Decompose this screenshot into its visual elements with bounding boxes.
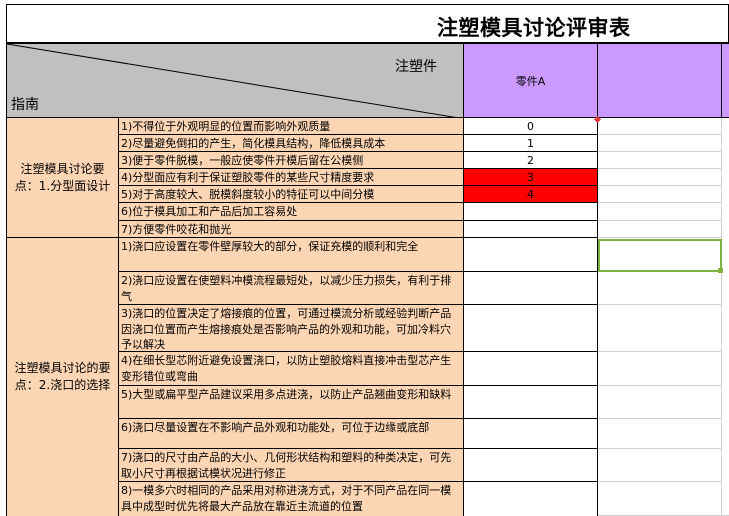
value-cell[interactable]	[464, 482, 598, 516]
grid-cell[interactable]	[598, 305, 722, 352]
item-text: 2)浇口应设置在使塑料冲模流程最短处，以减少压力损失，有利于排气	[121, 274, 452, 303]
list-item[interactable]: 4)在细长型芯附近避免设置浇口，以防止塑胶熔料直接冲击型芯产生变形错位或弯曲	[119, 352, 464, 386]
sheet-title: 注塑模具讨论评审表	[437, 15, 631, 40]
value-cell[interactable]	[464, 352, 598, 386]
group-label-text: 注塑模具讨论的要点：2.浇口的选择	[14, 361, 111, 392]
list-item[interactable]: 6)位于模具加工和产品后加工容易处	[119, 203, 464, 221]
grid-cell[interactable]	[598, 386, 722, 419]
item-text: 2)尽量避免倒扣的产生，简化模具结构，降低模具成本	[121, 137, 386, 150]
value-cell[interactable]	[464, 203, 598, 221]
grid-cell[interactable]	[598, 169, 722, 186]
list-item[interactable]: 5)对于高度较大、脱模斜度较小的特征可以中间分模	[119, 186, 464, 203]
item-text: 7)浇口的尺寸由产品的大小、几何形状结构和塑料的种类决定，可先取小尺寸再根据试模…	[121, 451, 452, 480]
header-parts-label: 注塑件	[395, 59, 437, 75]
value-cell[interactable]	[464, 386, 598, 419]
item-text: 1)浇口应设置在零件壁厚较大的部分，保证充模的顺利和完全	[121, 240, 419, 253]
item-text: 1)不得位于外观明显的位置而影响外观质量	[121, 120, 331, 133]
item-text: 6)位于模具加工和产品后加工容易处	[121, 205, 298, 218]
item-text: 5)大型或扁平型产品建议采用多点进浇，以防止产品翘曲变形和缺料	[121, 388, 452, 401]
grid-cell[interactable]	[598, 221, 722, 238]
grid-cell[interactable]	[598, 419, 722, 449]
item-text: 7)方便零件咬花和抛光	[121, 223, 232, 236]
part-header-2[interactable]	[598, 43, 722, 118]
value-cell[interactable]: 0	[464, 118, 598, 135]
grid-cell[interactable]	[598, 118, 722, 135]
value-text: 3	[527, 170, 534, 184]
list-item[interactable]: 3)便于零件脱模，一般应使零件开模后留在公模侧	[119, 152, 464, 169]
value-cell[interactable]	[464, 419, 598, 449]
item-text: 4)在细长型芯附近避免设置浇口，以防止塑胶熔料直接冲击型芯产生变形错位或弯曲	[121, 354, 452, 383]
part-a-header[interactable]: 零件A	[464, 43, 598, 118]
value-cell[interactable]	[464, 272, 598, 305]
value-text: 1	[527, 136, 534, 150]
value-cell[interactable]	[464, 449, 598, 482]
list-item[interactable]: 1)不得位于外观明显的位置而影响外观质量	[119, 118, 464, 135]
grid-cell[interactable]	[598, 135, 722, 152]
item-text: 5)对于高度较大、脱模斜度较小的特征可以中间分模	[121, 188, 375, 201]
list-item[interactable]: 2)浇口应设置在使塑料冲模流程最短处，以减少压力损失，有利于排气	[119, 272, 464, 305]
part-a-label: 零件A	[515, 74, 546, 88]
grid-cell[interactable]	[598, 152, 722, 169]
value-cell[interactable]: 2	[464, 152, 598, 169]
group-label-text: 注塑模具讨论要点：1.分型面设计	[14, 161, 111, 193]
group-label-parting[interactable]: 注塑模具讨论要点：1.分型面设计	[6, 118, 119, 238]
header-guide-label: 指南	[11, 97, 39, 113]
grid-cell[interactable]	[598, 272, 722, 305]
grid-cell[interactable]	[598, 449, 722, 482]
diagonal-header-cell[interactable]: 注塑件 指南	[6, 43, 465, 119]
list-item[interactable]: 1)浇口应设置在零件壁厚较大的部分，保证充模的顺利和完全	[119, 238, 464, 272]
item-text: 3)便于零件脱模，一般应使零件开模后留在公模侧	[121, 154, 364, 167]
sheet-title-cell[interactable]: 注塑模具讨论评审表	[6, 4, 729, 43]
grid-cell[interactable]	[722, 118, 729, 516]
value-cell-highlight[interactable]: 4	[464, 186, 598, 203]
grid-cell[interactable]	[598, 352, 722, 386]
selected-cell-border[interactable]	[598, 239, 722, 272]
item-text: 3)浇口的位置决定了熔接痕的位置，可通过模流分析或经验判断产品因浇口位置而产生熔…	[121, 307, 452, 351]
fill-handle[interactable]	[718, 268, 723, 273]
list-item[interactable]: 2)尽量避免倒扣的产生，简化模具结构，降低模具成本	[119, 135, 464, 152]
value-text: 4	[527, 187, 534, 201]
value-text: 2	[527, 153, 534, 167]
item-text: 8)一模多穴时相同的产品采用对称进浇方式，对于不同产品在同一模具中成型时优先将最…	[121, 484, 452, 513]
value-cell[interactable]	[464, 238, 598, 272]
value-cell[interactable]: 1	[464, 135, 598, 152]
grid-cell[interactable]	[598, 482, 722, 516]
group-label-gate[interactable]: 注塑模具讨论的要点：2.浇口的选择	[6, 238, 119, 516]
item-text: 4)分型面应有利于保证塑胶零件的某些尺寸精度要求	[121, 171, 375, 184]
part-header-3[interactable]	[722, 43, 729, 118]
grid-cell[interactable]	[598, 203, 722, 221]
value-cell-highlight[interactable]: 3	[464, 169, 598, 186]
value-cell[interactable]	[464, 305, 598, 352]
list-item[interactable]: 3)浇口的位置决定了熔接痕的位置，可通过模流分析或经验判断产品因浇口位置而产生熔…	[119, 305, 464, 352]
value-text: 0	[527, 119, 534, 133]
list-item[interactable]: 6)浇口尽量设置在不影响产品外观和功能处，可位于边缘或底部	[119, 419, 464, 449]
list-item[interactable]: 4)分型面应有利于保证塑胶零件的某些尺寸精度要求	[119, 169, 464, 186]
list-item[interactable]: 8)一模多穴时相同的产品采用对称进浇方式，对于不同产品在同一模具中成型时优先将最…	[119, 482, 464, 516]
grid-cell[interactable]	[598, 186, 722, 203]
value-cell[interactable]	[464, 221, 598, 238]
item-text: 6)浇口尽量设置在不影响产品外观和功能处，可位于边缘或底部	[121, 421, 430, 434]
list-item[interactable]: 7)方便零件咬花和抛光	[119, 221, 464, 238]
list-item[interactable]: 5)大型或扁平型产品建议采用多点进浇，以防止产品翘曲变形和缺料	[119, 386, 464, 419]
list-item[interactable]: 7)浇口的尺寸由产品的大小、几何形状结构和塑料的种类决定，可先取小尺寸再根据试模…	[119, 449, 464, 482]
